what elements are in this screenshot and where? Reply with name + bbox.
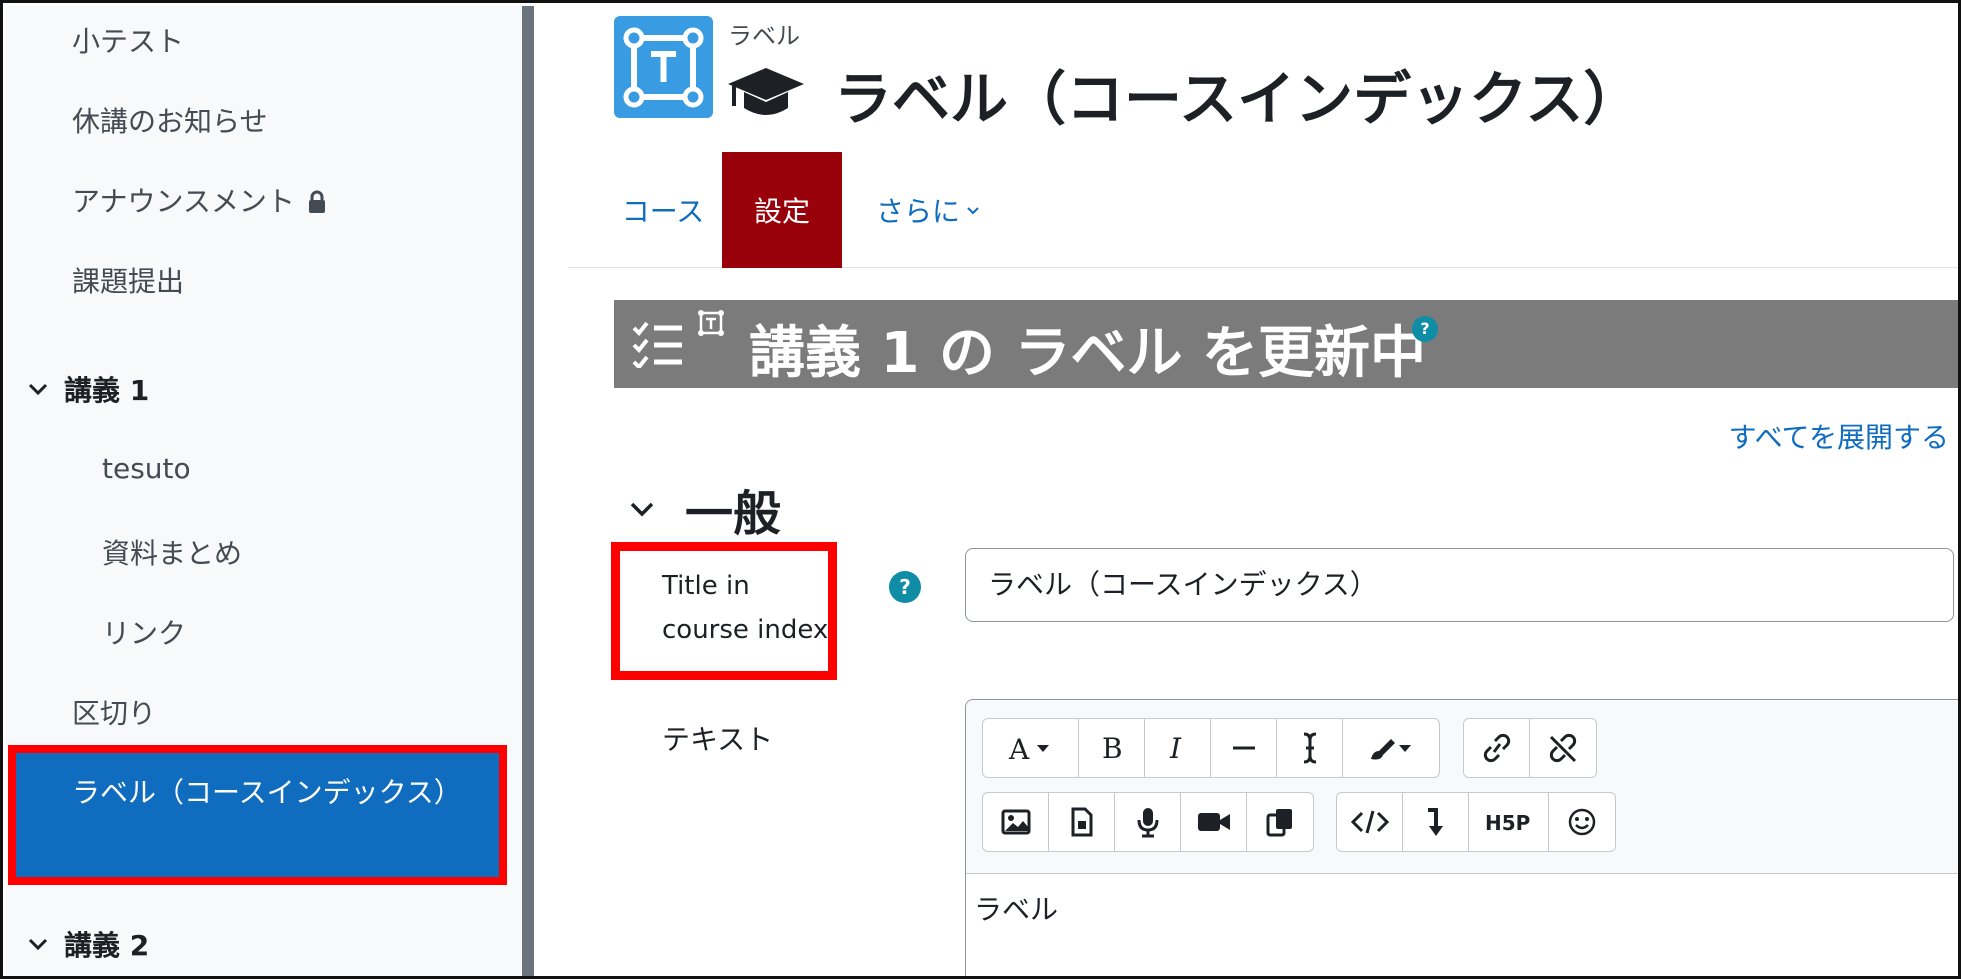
editing-heading-bar: 講義 1 の ラベル を更新中 ? <box>614 300 1958 388</box>
italic-button[interactable]: I <box>1145 719 1211 777</box>
sidebar-item-assignment[interactable]: 課題提出 <box>72 260 184 300</box>
sidebar-item-label: tesuto <box>102 452 191 485</box>
sidebar-item-tesuto[interactable]: tesuto <box>102 452 191 485</box>
text-editor: A B I H5P ラベル <box>965 699 1958 976</box>
image-icon[interactable] <box>983 793 1049 851</box>
editing-heading: 講義 1 の ラベル を更新中 <box>749 321 1426 386</box>
tab-label: コース <box>621 195 705 228</box>
sidebar-divider[interactable] <box>522 6 534 976</box>
toolbar-group-media <box>982 792 1314 852</box>
sidebar-item-announcements[interactable]: アナウンスメント <box>72 180 327 220</box>
title-in-course-index-input[interactable]: ラベル（コースインデックス） <box>965 548 1954 622</box>
text-field-label: テキスト <box>662 723 774 756</box>
svg-text:H5P: H5P <box>1485 811 1530 835</box>
sidebar-section-label: 講義 2 <box>64 929 150 962</box>
paint-brush-icon[interactable] <box>1343 719 1439 777</box>
video-camera-icon[interactable] <box>1181 793 1247 851</box>
microphone-icon[interactable] <box>1115 793 1181 851</box>
main-content: ラベル ラベル（コースインデックス） コース 設定 さらに 講義 1 の ラベル… <box>534 6 1958 976</box>
h5p-icon[interactable]: H5P <box>1469 793 1549 851</box>
title-in-course-index-label: Title in course index <box>662 571 829 645</box>
chevron-down-icon[interactable] <box>28 377 64 402</box>
activity-kind: ラベル <box>728 22 800 50</box>
sidebar-item-label-active[interactable]: ラベル（コースインデックス） <box>8 745 507 885</box>
sidebar-item-label: 課題提出 <box>72 265 185 298</box>
tab-more[interactable]: さらに <box>858 152 998 268</box>
expand-all-link[interactable]: すべてを展開する <box>1729 416 1949 456</box>
emoji-icon[interactable] <box>1549 793 1615 851</box>
course-index-sidebar: 小テスト 休講のお知らせ アナウンスメント 課題提出 講義 1 tesuto 資… <box>6 6 522 976</box>
chevron-down-icon <box>966 201 980 220</box>
svg-text:A: A <box>1008 733 1030 763</box>
code-icon[interactable] <box>1337 793 1403 851</box>
sidebar-item-cancellation-notice[interactable]: 休講のお知らせ <box>72 100 267 140</box>
tab-settings[interactable]: 設定 <box>722 152 842 268</box>
label-icon <box>696 308 726 338</box>
link-icon[interactable] <box>1464 719 1530 777</box>
sidebar-item-label: アナウンスメント <box>72 185 295 218</box>
sidebar-item-link[interactable]: リンク <box>102 612 186 652</box>
toolbar-group-style: A B I <box>982 718 1440 778</box>
tab-label: さらに <box>875 195 960 228</box>
sidebar-item-label: 小テスト <box>72 25 185 58</box>
section-general-header[interactable]: 一般 <box>629 474 781 544</box>
sidebar-section-label: 講義 1 <box>64 374 150 407</box>
font-size-button[interactable]: A <box>983 719 1079 777</box>
lock-icon <box>307 188 327 213</box>
svg-text:B: B <box>1102 733 1123 763</box>
sidebar-item-quiz[interactable]: 小テスト <box>72 20 184 60</box>
toolbar-group-links <box>1463 718 1597 778</box>
graduation-cap-icon <box>726 62 806 122</box>
page-title: ラベル（コースインデックス） <box>834 65 1642 133</box>
unlink-icon[interactable] <box>1530 719 1596 777</box>
checklist-icon <box>630 318 684 370</box>
sidebar-item-label: 休講のお知らせ <box>72 105 268 138</box>
sidebar-item-label: リンク <box>102 617 187 650</box>
sidebar-item-divider[interactable]: 区切り <box>72 692 156 732</box>
chevron-down-icon[interactable] <box>28 932 64 957</box>
chevron-down-icon[interactable] <box>629 494 685 524</box>
toolbar-group-advanced: H5P <box>1336 792 1616 852</box>
help-icon[interactable]: ? <box>1412 316 1438 342</box>
arrow-down-icon[interactable] <box>1403 793 1469 851</box>
sidebar-item-label: 区切り <box>72 697 157 730</box>
copy-icon[interactable] <box>1247 793 1313 851</box>
sidebar-item-label: ラベル（コースインデックス） <box>72 776 462 809</box>
text-cursor-icon[interactable] <box>1277 719 1343 777</box>
sidebar-section-lecture-1[interactable]: 講義 1 <box>28 369 149 409</box>
screenshot-frame: 小テスト 休講のお知らせ アナウンスメント 課題提出 講義 1 tesuto 資… <box>0 0 1961 979</box>
svg-text:I: I <box>1169 733 1182 763</box>
sidebar-item-materials[interactable]: 資料まとめ <box>102 532 242 572</box>
sidebar-item-label: 資料まとめ <box>102 537 243 570</box>
sidebar-section-lecture-2[interactable]: 講義 2 <box>28 924 149 964</box>
secondary-navigation: コース 設定 さらに <box>568 152 1958 268</box>
label-activity-icon <box>614 16 713 118</box>
help-icon[interactable]: ? <box>889 571 921 603</box>
media-file-icon[interactable] <box>1049 793 1115 851</box>
section-title: 一般 <box>685 486 782 542</box>
editor-content[interactable]: ラベル <box>974 888 1058 928</box>
bold-button[interactable]: B <box>1079 719 1145 777</box>
editor-toolbar: A B I H5P <box>966 700 1958 874</box>
tab-course[interactable]: コース <box>608 152 718 268</box>
horizontal-rule-button[interactable] <box>1211 719 1277 777</box>
tab-label: 設定 <box>753 195 810 228</box>
